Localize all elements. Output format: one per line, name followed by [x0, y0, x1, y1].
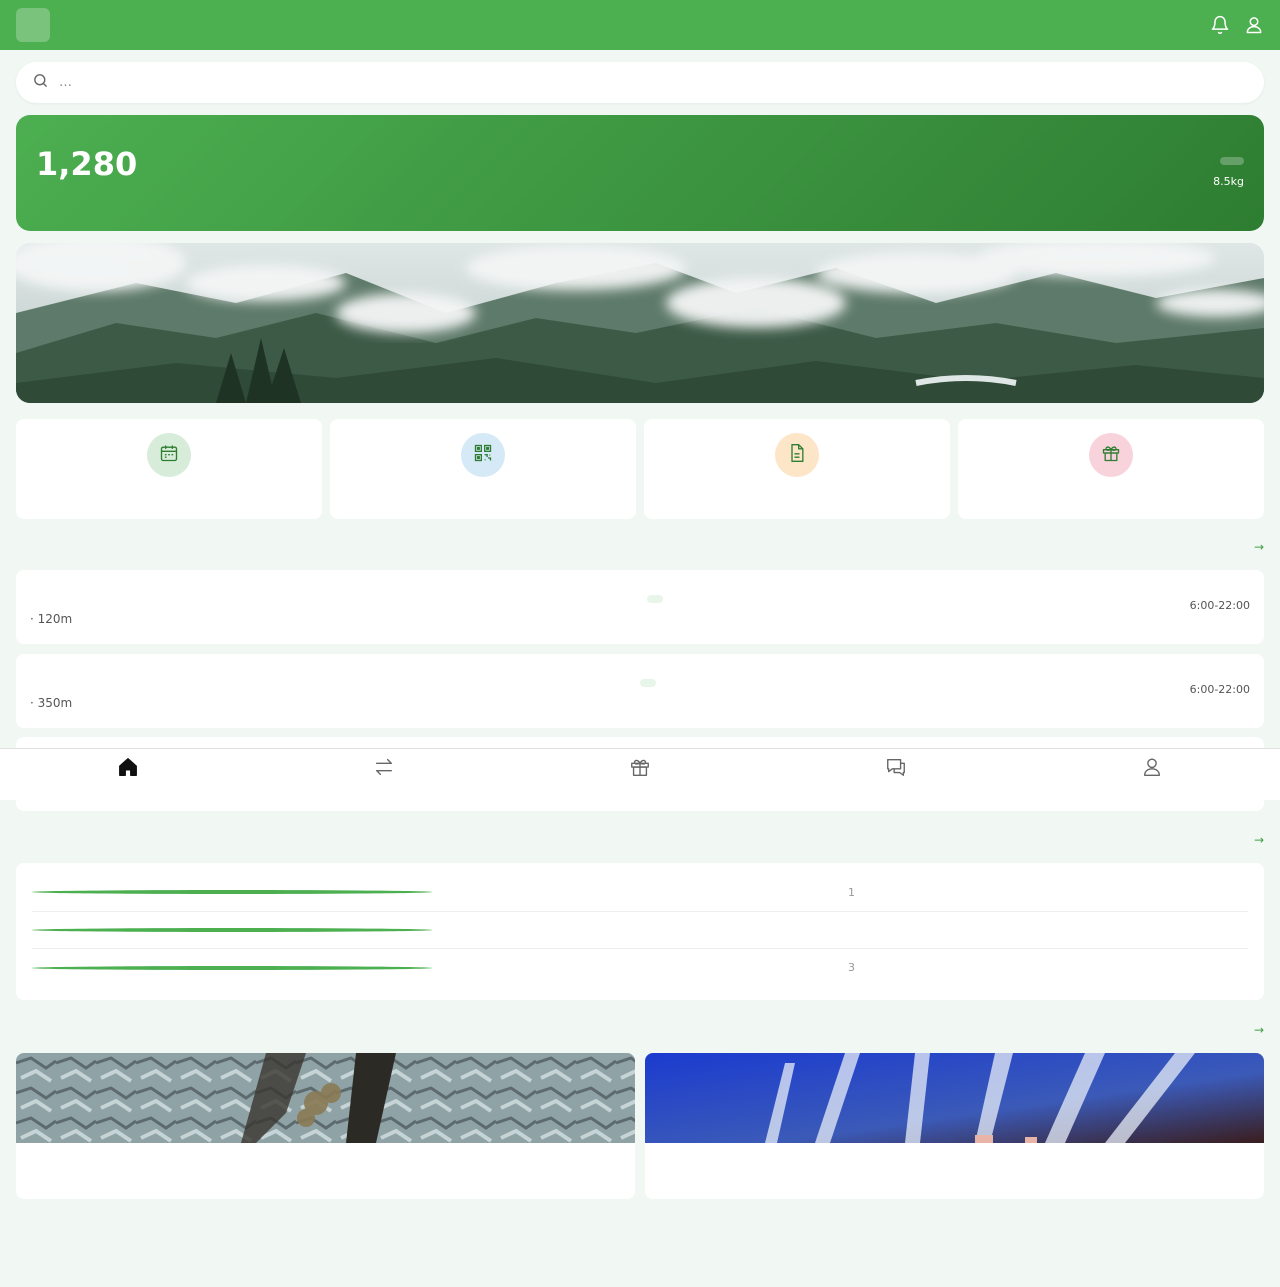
activity-image	[16, 1053, 635, 1143]
recycled-weight: 8.5kg	[1213, 175, 1244, 188]
stations-header: →	[16, 535, 1264, 559]
view-more-activities-link[interactable]: →	[1254, 1023, 1264, 1037]
status-badge	[640, 679, 656, 687]
news-item[interactable]: 1	[32, 874, 1248, 912]
quick-action-gifts[interactable]	[958, 419, 1264, 519]
quick-action-icon-bg	[147, 433, 191, 477]
gift-icon	[1101, 443, 1121, 467]
search-bar[interactable]	[16, 62, 1264, 103]
home-icon	[117, 756, 139, 782]
station-card[interactable]: · 120m 6:00-22:00	[16, 570, 1264, 644]
station-address: · 350m	[30, 696, 73, 710]
tab-home[interactable]	[0, 749, 256, 800]
quick-action-icon-bg	[461, 433, 505, 477]
activity-image	[645, 1053, 1264, 1143]
quick-action-records[interactable]	[644, 419, 950, 519]
banner-image[interactable]	[16, 243, 1264, 403]
view-all-stations-link[interactable]: →	[1254, 540, 1264, 554]
search-input[interactable]	[59, 75, 1159, 90]
tab-gift-exchange[interactable]	[512, 749, 768, 800]
news-bullet	[32, 965, 432, 970]
document-icon	[787, 443, 807, 467]
status-badge	[647, 595, 663, 603]
station-address: · 120m	[30, 612, 73, 626]
view-more-news-link[interactable]: →	[1254, 833, 1264, 847]
news-time: 1	[848, 885, 855, 899]
gift-icon	[629, 756, 651, 782]
station-card[interactable]: · 350m 6:00-22:00	[16, 654, 1264, 728]
search-icon	[32, 72, 49, 93]
quick-actions	[16, 419, 1264, 519]
top-bar	[0, 0, 1280, 50]
bell-icon[interactable]	[1210, 15, 1230, 35]
activity-list	[16, 1053, 1264, 1199]
quick-action-scan[interactable]	[330, 419, 636, 519]
level-badge	[1220, 157, 1244, 165]
news-bullet	[32, 927, 432, 932]
activity-card[interactable]	[16, 1053, 635, 1199]
calendar-icon	[159, 443, 179, 467]
station-hours: 6:00-22:00	[1189, 683, 1250, 696]
user-icon[interactable]	[1244, 15, 1264, 35]
bottom-tab-bar	[0, 748, 1280, 800]
news-item[interactable]	[32, 912, 1248, 950]
station-hours: 6:00-22:00	[1189, 599, 1250, 612]
tab-messages[interactable]	[768, 749, 1024, 800]
news-time: 3	[848, 961, 855, 975]
user-icon	[1141, 756, 1163, 782]
activities-header: →	[16, 1018, 1264, 1042]
chat-icon	[885, 756, 907, 782]
exchange-icon	[373, 756, 395, 782]
app-logo	[16, 8, 50, 42]
points-card: 1,280 8.5kg	[16, 115, 1264, 231]
tab-exchange[interactable]	[256, 749, 512, 800]
qr-code-icon	[473, 443, 493, 467]
news-item[interactable]: 3	[32, 949, 1248, 987]
tab-profile[interactable]	[1024, 749, 1280, 800]
news-list: 1 3	[16, 863, 1264, 1000]
news-header: →	[16, 828, 1264, 852]
activity-card[interactable]	[645, 1053, 1264, 1199]
quick-action-appointment[interactable]	[16, 419, 322, 519]
quick-action-icon-bg	[775, 433, 819, 477]
quick-action-icon-bg	[1089, 433, 1133, 477]
points-value: 1,280	[36, 145, 138, 183]
news-bullet	[32, 890, 432, 895]
